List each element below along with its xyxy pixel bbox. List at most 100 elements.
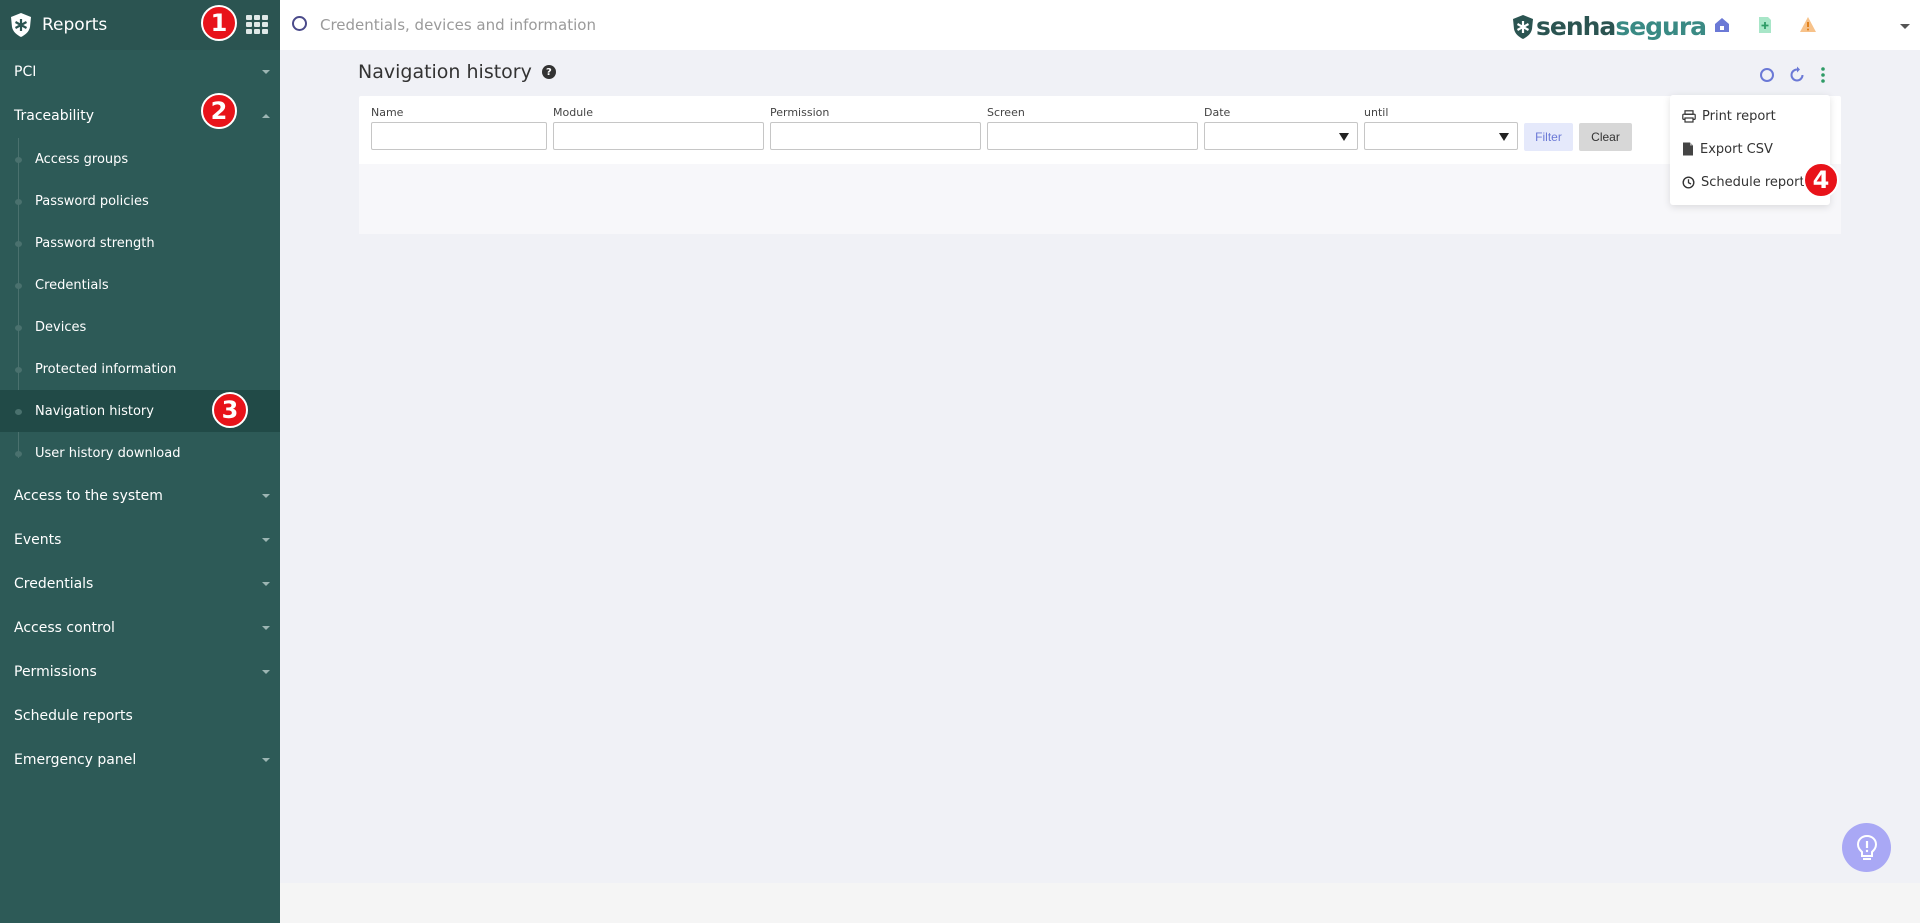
sidebar-item-protected-information[interactable]: Protected information [0,348,280,390]
clock-icon [1682,175,1695,189]
name-field[interactable] [371,122,547,150]
page-title: Navigation history ? [358,61,556,83]
sidebar-group-label: Schedule reports [14,708,133,724]
until-label: until [1364,106,1389,119]
brand-name-part2: segura [1615,12,1707,41]
sidebar-group-label: Traceability [14,108,95,124]
chevron-down-icon [262,626,270,630]
schedule-report-menu-item[interactable]: Schedule report [1682,172,1805,192]
module-field[interactable] [553,122,764,150]
permission-field[interactable] [770,122,981,150]
sidebar-item-password-strength[interactable]: Password strength [0,222,280,264]
bullet-dot-icon [15,199,22,205]
sidebar-item-devices[interactable]: Devices [0,306,280,348]
sidebar-group-access-control[interactable]: Access control [0,606,280,650]
sidebar-group-credentials[interactable]: Credentials [0,562,280,606]
clear-button[interactable]: Clear [1579,123,1632,151]
user-menu-chevron-icon[interactable] [1900,24,1910,29]
sidebar-item-label: Password strength [35,235,155,251]
date-label: Date [1204,106,1231,119]
brand-name-part1: senha [1536,12,1616,41]
apps-grid-icon[interactable] [246,15,268,34]
sidebar-group-label: Credentials [14,576,94,592]
shield-logo-icon [10,12,32,38]
bullet-dot-icon [15,325,22,331]
screen-label: Screen [987,106,1025,119]
sidebar-group-access-to-the-system[interactable]: Access to the system [0,474,280,518]
filter-button[interactable]: Filter [1524,123,1573,151]
help-icon[interactable]: ? [541,65,556,79]
step-badge-2: 2 [201,93,237,129]
sidebar-item-label: Devices [35,319,87,335]
bullet-dot-icon [15,283,22,289]
sidebar-group-traceability[interactable]: Traceability [0,94,280,138]
printer-icon [1682,109,1696,123]
search-input[interactable] [320,10,820,40]
lightbulb-icon[interactable] [1842,823,1891,872]
brand-logo: senha segura [1512,12,1707,41]
sidebar-item-access-groups[interactable]: Access groups [0,138,280,180]
sidebar-header: Reports [0,0,280,50]
chevron-down-icon [262,538,270,542]
step-badge-3: 3 [212,392,248,428]
permission-label: Permission [770,106,830,119]
name-label: Name [371,106,404,119]
screen-field[interactable] [987,122,1198,150]
chevron-down-icon [262,70,270,74]
menu-item-label: Export CSV [1700,141,1773,157]
sidebar-item-label: Credentials [35,277,109,293]
topbar: senhasegura [280,0,1920,50]
more-options-icon[interactable] [1814,66,1832,84]
module-label: Module [553,106,593,119]
sidebar-group-events[interactable]: Events [0,518,280,562]
sidebar-group-label: Emergency panel [14,752,137,768]
footer-bar [280,883,1920,923]
sidebar-group-label: PCI [14,64,37,80]
sidebar-group-label: Events [14,532,62,548]
sidebar-item-password-policies[interactable]: Password policies [0,180,280,222]
sidebar-group-label: Access control [14,620,115,636]
sidebar-group-schedule-reports[interactable]: Schedule reports [0,694,280,738]
sidebar-item-credentials[interactable]: Credentials [0,264,280,306]
bullet-dot-icon [15,451,22,457]
print-report-menu-item[interactable]: Print report [1682,106,1776,126]
export-csv-menu-item[interactable]: Export CSV [1682,139,1773,159]
chevron-down-icon [262,494,270,498]
chevron-up-icon [262,114,270,118]
sidebar-item-label: Navigation history [35,403,154,419]
filter-panel: Name Module Permission Screen Date until… [359,96,1841,234]
sidebar-title: Reports [42,15,108,35]
file-icon [1683,142,1693,156]
refresh-icon[interactable] [1788,66,1806,84]
sidebar-group-label: Access to the system [14,488,163,504]
sidebar-item-label: Password policies [35,193,149,209]
bullet-dot-icon [15,409,22,415]
menu-item-label: Print report [1702,108,1776,124]
menu-item-label: Schedule report [1701,174,1805,190]
sidebar-item-user-history-download[interactable]: User history download [0,432,280,474]
sidebar-group-emergency-panel[interactable]: Emergency panel [0,738,280,782]
add-document-icon[interactable] [1756,16,1774,34]
warning-icon[interactable] [1799,16,1817,34]
chevron-down-icon [262,670,270,674]
sidebar-group-permissions[interactable]: Permissions [0,650,280,694]
sidebar-group-label: Permissions [14,664,97,680]
shield-logo-icon [1513,14,1533,39]
sidebar: Reports PCI Traceability Access groups P… [0,0,280,923]
chevron-down-icon [262,582,270,586]
bullet-dot-icon [15,367,22,373]
sidebar-group-pci[interactable]: PCI [0,50,280,94]
results-area [359,164,1841,234]
home-icon[interactable] [1713,16,1731,34]
sidebar-item-label: Protected information [35,361,177,377]
step-badge-4: 4 [1803,162,1839,198]
step-badge-1: 1 [201,5,237,41]
sidebar-item-label: User history download [35,445,181,461]
search-circle-icon[interactable] [1758,66,1776,84]
search-icon [292,16,307,31]
bullet-dot-icon [15,241,22,247]
date-select[interactable] [1204,122,1358,150]
until-select[interactable] [1364,122,1518,150]
sidebar-item-label: Access groups [35,151,129,167]
bullet-dot-icon [15,157,22,163]
